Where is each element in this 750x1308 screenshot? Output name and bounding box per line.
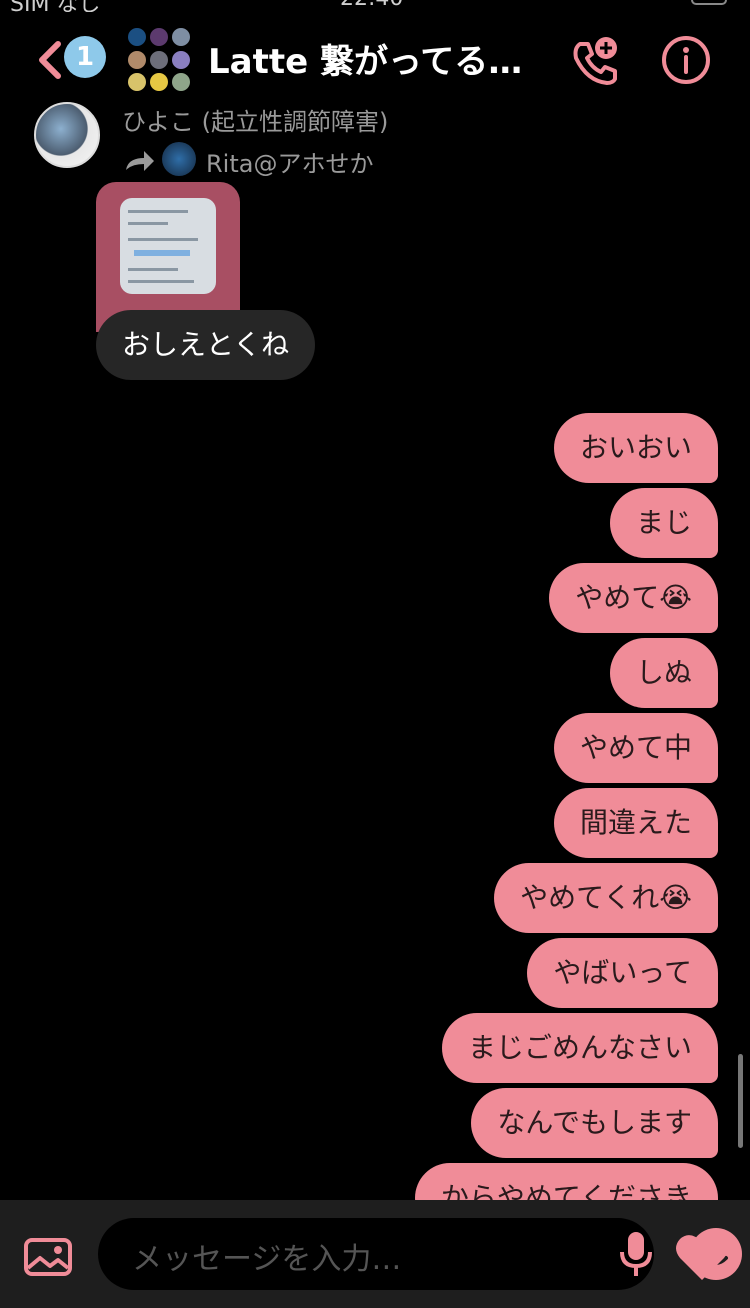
outgoing-message-bubble[interactable]: やばいって xyxy=(527,938,718,1008)
heart-icon xyxy=(676,1235,728,1280)
like-button[interactable] xyxy=(674,1232,730,1282)
outgoing-message-bubble[interactable]: まじ xyxy=(609,488,718,558)
forwarded-screenshot-thumbnail xyxy=(120,198,216,294)
status-bar: SIM なし 22:40 xyxy=(0,0,750,12)
mic-icon xyxy=(620,1232,652,1276)
outgoing-message-bubble[interactable]: まじごめんなさい xyxy=(441,1013,718,1083)
sender-name: ひよこ (起立性調節障害) xyxy=(122,108,389,136)
composer-bar: メッセージを入力… xyxy=(0,1200,750,1308)
scrollbar[interactable] xyxy=(738,1054,743,1148)
outgoing-message-bubble[interactable]: やめて中 xyxy=(553,713,718,783)
incoming-message-bubble[interactable]: おしえとくね xyxy=(96,310,316,380)
sender-avatar[interactable] xyxy=(34,102,100,168)
battery-icon xyxy=(662,0,732,6)
voice-message-button[interactable] xyxy=(618,1230,654,1278)
chat-header: 1 Latte 繋がってる… xyxy=(0,22,750,102)
forward-icon xyxy=(126,151,154,171)
clock: 22:40 xyxy=(340,0,403,11)
chat-title[interactable]: Latte 繋がってる… xyxy=(208,34,538,83)
chevron-left-icon xyxy=(39,41,61,79)
carrier-label: SIM なし xyxy=(10,0,100,12)
call-add-icon xyxy=(573,37,617,85)
outgoing-message-bubble[interactable]: おいおい xyxy=(553,413,718,483)
unread-badge: 1 xyxy=(64,36,106,78)
forwarded-from-name: Rita@アホせか xyxy=(206,150,374,178)
group-avatars-icon[interactable] xyxy=(128,28,192,92)
outgoing-message-bubble[interactable]: やめてくれ😭 xyxy=(494,863,718,933)
info-icon xyxy=(662,36,710,84)
outgoing-message-bubble[interactable]: 間違えた xyxy=(553,788,718,858)
message-input[interactable]: メッセージを入力… xyxy=(98,1218,742,1290)
image-picker-button[interactable] xyxy=(24,1238,72,1276)
outgoing-message-bubble[interactable]: しぬ xyxy=(609,638,718,708)
info-button[interactable] xyxy=(660,34,712,86)
outgoing-message-bubble[interactable]: やめて😭 xyxy=(549,563,718,633)
forward-avatar xyxy=(162,142,196,176)
message-input-placeholder: メッセージを入力… xyxy=(132,1242,402,1277)
call-add-button[interactable] xyxy=(566,34,620,88)
image-icon xyxy=(24,1238,72,1276)
outgoing-message-bubble[interactable]: なんでもします xyxy=(471,1088,718,1158)
